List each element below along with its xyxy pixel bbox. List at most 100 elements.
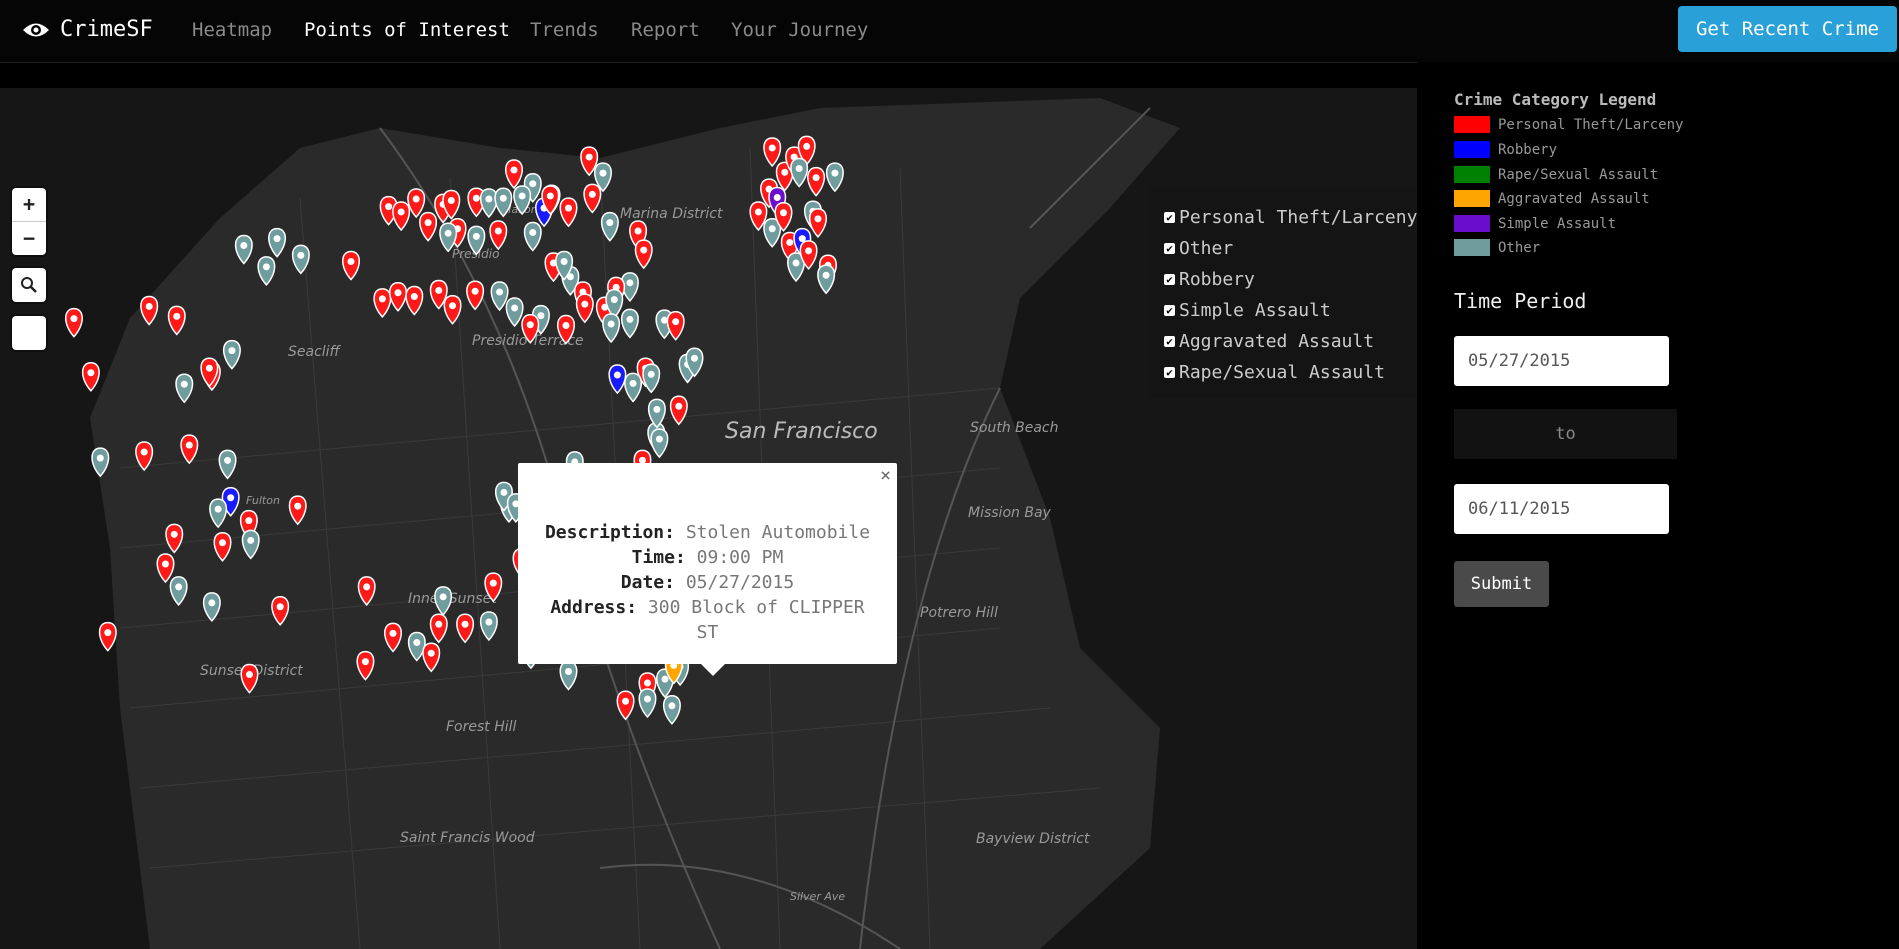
crime-marker-pin[interactable]: [257, 256, 276, 286]
zoom-in-button[interactable]: +: [12, 188, 46, 222]
crime-marker-pin[interactable]: [624, 372, 643, 403]
filter-personal-theft[interactable]: ✔ Personal Theft/Larceny: [1164, 202, 1417, 233]
crime-marker-pin[interactable]: [494, 187, 513, 218]
crime-marker-pin[interactable]: [384, 622, 402, 653]
checkbox[interactable]: ✔: [1164, 367, 1175, 378]
zoom-out-button[interactable]: −: [12, 222, 46, 255]
crime-marker-pin[interactable]: [466, 280, 485, 311]
crime-map[interactable]: Presidio Seacliff Marina District Presid…: [0, 88, 1417, 949]
crime-marker-pin[interactable]: [169, 576, 188, 607]
filter-simple-assault[interactable]: ✔ Simple Assault: [1164, 295, 1417, 326]
crime-marker-pin[interactable]: [467, 225, 486, 256]
map-extra-control[interactable]: [12, 316, 46, 350]
checkbox[interactable]: ✔: [1164, 305, 1175, 316]
crime-marker-pin[interactable]: [180, 434, 199, 465]
get-recent-crime-button[interactable]: Get Recent Crime: [1677, 6, 1897, 52]
crime-marker-pin[interactable]: [669, 395, 688, 426]
crime-marker-pin[interactable]: [559, 660, 578, 691]
crime-marker-pin[interactable]: [288, 495, 307, 526]
crime-marker-pin[interactable]: [268, 227, 287, 258]
crime-marker-pin[interactable]: [807, 166, 826, 197]
crime-marker-pin[interactable]: [484, 572, 503, 603]
filter-rape-sexual-assault[interactable]: ✔ Rape/Sexual Assault: [1164, 357, 1417, 388]
crime-marker-pin[interactable]: [64, 307, 83, 338]
end-date-input[interactable]: [1454, 484, 1669, 534]
crime-marker-pin[interactable]: [763, 137, 782, 168]
crime-marker-pin[interactable]: [638, 688, 657, 719]
crime-marker-pin[interactable]: [620, 308, 639, 339]
crime-marker-pin[interactable]: [356, 650, 375, 681]
crime-marker-pin[interactable]: [817, 264, 836, 295]
crime-marker-pin[interactable]: [165, 523, 184, 554]
submit-button[interactable]: Submit: [1454, 561, 1549, 607]
crime-marker-pin[interactable]: [419, 211, 438, 242]
crime-marker-pin[interactable]: [241, 529, 260, 560]
crime-marker-pin[interactable]: [559, 197, 578, 228]
crime-marker-pin[interactable]: [167, 305, 186, 336]
crime-marker-pin[interactable]: [513, 185, 532, 216]
crime-marker-pin[interactable]: [234, 234, 253, 265]
crime-marker-pin[interactable]: [634, 239, 653, 270]
checkbox[interactable]: ✔: [1164, 336, 1175, 347]
crime-marker-pin[interactable]: [357, 576, 376, 607]
start-date-input[interactable]: [1454, 336, 1669, 386]
crime-marker-pin[interactable]: [175, 373, 194, 404]
crime-marker-pin[interactable]: [583, 183, 602, 214]
crime-marker-pin[interactable]: [479, 188, 498, 219]
crime-marker-pin[interactable]: [608, 364, 627, 395]
popup-close-button[interactable]: ×: [880, 465, 891, 486]
crime-marker-pin[interactable]: [135, 441, 154, 472]
crime-marker-pin[interactable]: [422, 642, 441, 673]
crime-marker-pin[interactable]: [218, 449, 237, 480]
crime-marker-pin[interactable]: [600, 211, 619, 242]
crime-marker-pin[interactable]: [505, 297, 524, 328]
filter-other[interactable]: ✔ Other: [1164, 233, 1417, 264]
filter-robbery[interactable]: ✔ Robbery: [1164, 264, 1417, 295]
crime-marker-pin[interactable]: [222, 339, 241, 370]
crime-marker-pin[interactable]: [373, 288, 392, 318]
nav-your-journey[interactable]: Your Journey: [731, 19, 868, 41]
map-search-button[interactable]: [12, 268, 46, 302]
crime-marker-pin[interactable]: [98, 621, 117, 652]
crime-marker-pin[interactable]: [521, 314, 540, 344]
crime-marker-pin[interactable]: [650, 428, 669, 459]
crime-marker-pin[interactable]: [443, 294, 462, 325]
crime-marker-pin[interactable]: [575, 293, 594, 324]
checkbox[interactable]: ✔: [1164, 274, 1175, 285]
crime-marker-pin[interactable]: [429, 613, 448, 644]
brand[interactable]: CrimeSF: [22, 17, 153, 42]
filter-aggravated-assault[interactable]: ✔ Aggravated Assault: [1164, 326, 1417, 357]
crime-marker-pin[interactable]: [825, 162, 844, 193]
crime-marker-pin[interactable]: [662, 695, 681, 725]
crime-marker-pin[interactable]: [523, 221, 542, 252]
crime-marker-pin[interactable]: [666, 310, 685, 341]
crime-marker-pin[interactable]: [616, 690, 635, 721]
crime-marker-pin[interactable]: [434, 586, 453, 616]
crime-marker-pin[interactable]: [140, 295, 159, 326]
crime-marker-pin[interactable]: [439, 222, 458, 253]
crime-marker-pin[interactable]: [407, 188, 426, 219]
crime-marker-pin[interactable]: [790, 157, 809, 188]
crime-marker-pin[interactable]: [556, 314, 575, 345]
crime-marker-pin[interactable]: [240, 663, 259, 694]
crime-marker-pin[interactable]: [489, 220, 508, 251]
crime-marker-pin[interactable]: [647, 398, 666, 429]
crime-marker-pin[interactable]: [479, 611, 498, 642]
crime-marker-pin[interactable]: [91, 447, 110, 478]
crime-marker-pin[interactable]: [342, 250, 360, 281]
crime-marker-pin[interactable]: [202, 592, 221, 623]
crime-marker-pin[interactable]: [405, 285, 424, 316]
nav-points-of-interest[interactable]: Points of Interest: [304, 19, 510, 41]
checkbox[interactable]: ✔: [1164, 212, 1175, 223]
crime-marker-pin[interactable]: [291, 244, 310, 275]
crime-marker-pin[interactable]: [213, 531, 232, 562]
checkbox[interactable]: ✔: [1164, 243, 1175, 254]
crime-marker-pin[interactable]: [271, 595, 290, 626]
crime-marker-pin[interactable]: [602, 313, 621, 344]
nav-heatmap[interactable]: Heatmap: [192, 19, 272, 41]
crime-marker-pin[interactable]: [642, 363, 661, 394]
crime-marker-pin[interactable]: [504, 159, 523, 190]
crime-marker-pin[interactable]: [456, 613, 475, 644]
nav-report[interactable]: Report: [631, 19, 700, 41]
crime-marker-pin[interactable]: [389, 281, 408, 312]
